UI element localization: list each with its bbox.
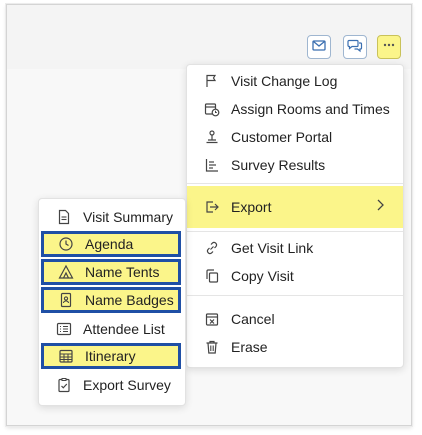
tent-icon xyxy=(57,263,75,281)
submenu-item-label: Attendee List xyxy=(83,321,165,337)
submenu-item-label: Visit Summary xyxy=(83,209,173,225)
export-submenu: Visit Summary Agenda Name Tents Name Bad… xyxy=(38,198,186,406)
cancel-calendar-icon xyxy=(203,310,221,328)
export-icon xyxy=(203,198,221,216)
email-button[interactable] xyxy=(307,35,331,59)
menu-item-survey-results[interactable]: Survey Results xyxy=(187,151,403,179)
menu-divider xyxy=(187,231,403,232)
menu-item-cancel[interactable]: Cancel xyxy=(187,305,403,333)
more-actions-button[interactable] xyxy=(377,35,401,59)
submenu-item-label: Itinerary xyxy=(85,348,136,364)
submenu-item-name-badges[interactable]: Name Badges xyxy=(41,287,181,313)
menu-item-assign-rooms[interactable]: Assign Rooms and Times xyxy=(187,95,403,123)
menu-item-label: Customer Portal xyxy=(231,129,333,145)
submenu-item-label: Agenda xyxy=(85,236,134,252)
submenu-item-name-tents[interactable]: Name Tents xyxy=(41,259,181,285)
clock-icon xyxy=(57,235,75,253)
submenu-item-visit-summary[interactable]: Visit Summary xyxy=(39,203,185,231)
trash-icon xyxy=(203,338,221,356)
menu-item-get-visit-link[interactable]: Get Visit Link xyxy=(187,234,403,262)
menu-item-visit-change-log[interactable]: Visit Change Log xyxy=(187,67,403,95)
menu-item-copy-visit[interactable]: Copy Visit xyxy=(187,262,403,290)
calendar-clock-icon xyxy=(203,100,221,118)
menu-item-label: Export xyxy=(231,199,272,215)
menu-item-export[interactable]: Export xyxy=(187,186,403,228)
menu-item-customer-portal[interactable]: Customer Portal xyxy=(187,123,403,151)
ellipsis-icon xyxy=(381,37,397,58)
chevron-right-icon xyxy=(375,198,385,215)
submenu-item-export-survey[interactable]: Export Survey xyxy=(39,371,185,399)
chat-button[interactable] xyxy=(343,35,367,59)
copy-icon xyxy=(203,267,221,285)
submenu-item-agenda[interactable]: Agenda xyxy=(41,231,181,257)
portal-icon xyxy=(203,128,221,146)
bar-list-icon xyxy=(203,156,221,174)
menu-item-label: Survey Results xyxy=(231,157,326,173)
menu-item-erase[interactable]: Erase xyxy=(187,333,403,361)
menu-item-label: Visit Change Log xyxy=(231,73,338,89)
flag-icon xyxy=(203,72,221,90)
actions-menu: Visit Change Log Assign Rooms and Times … xyxy=(186,64,404,368)
menu-divider xyxy=(187,295,403,296)
envelope-icon xyxy=(311,37,327,58)
list-icon xyxy=(55,320,73,338)
clipboard-check-icon xyxy=(55,376,73,394)
submenu-item-attendee-list[interactable]: Attendee List xyxy=(39,315,185,343)
menu-item-label: Copy Visit xyxy=(231,268,294,284)
menu-item-label: Assign Rooms and Times xyxy=(231,101,390,117)
grid-calendar-icon xyxy=(57,347,75,365)
link-icon xyxy=(203,239,221,257)
menu-item-label: Get Visit Link xyxy=(231,240,314,256)
document-icon xyxy=(55,208,73,226)
menu-item-label: Erase xyxy=(231,339,268,355)
menu-item-label: Cancel xyxy=(231,311,275,327)
submenu-item-label: Name Badges xyxy=(85,292,174,308)
badge-icon xyxy=(57,291,75,309)
submenu-item-itinerary[interactable]: Itinerary xyxy=(41,343,181,369)
submenu-item-label: Name Tents xyxy=(85,264,160,280)
menu-divider xyxy=(187,183,403,184)
submenu-item-label: Export Survey xyxy=(83,377,171,393)
chat-bubbles-icon xyxy=(347,37,363,58)
